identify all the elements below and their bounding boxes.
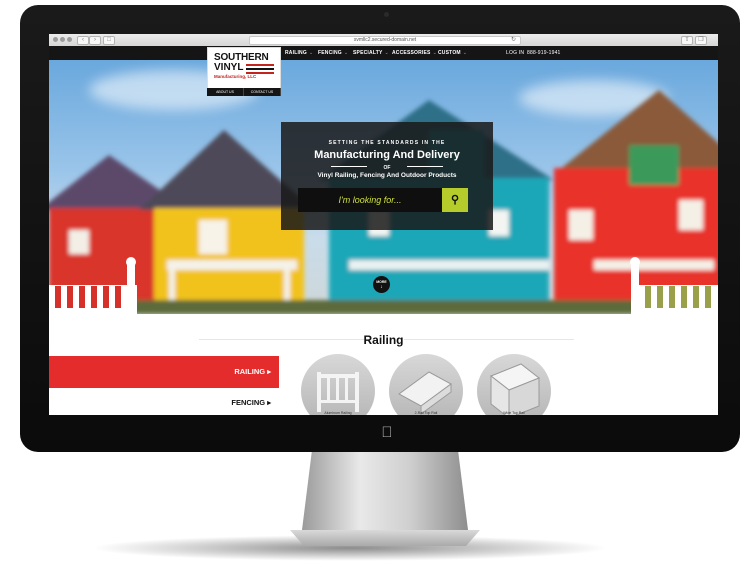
share-button[interactable]: ⇧ (681, 36, 693, 45)
nav-label: SPECIALTY (353, 50, 383, 56)
about-us-link[interactable]: ABOUT US (207, 88, 244, 96)
back-button[interactable]: ‹ (77, 36, 89, 45)
logo-stripe (246, 68, 274, 70)
sidebar-item-fencing[interactable]: FENCING ▸ (49, 388, 279, 415)
nav-specialty[interactable]: SPECIALTY ⌄ (353, 46, 389, 60)
close-window-button[interactable] (53, 37, 58, 42)
nav-label: CUSTOM (438, 50, 461, 56)
hero-tagline: SETTING THE STANDARDS IN THE (328, 140, 446, 146)
product-aluminum-railing[interactable]: Aluminum Railing (301, 354, 375, 415)
hero-subheading: Vinyl Railing, Fencing And Outdoor Produ… (317, 172, 457, 179)
nav-label: FENCING (318, 50, 342, 56)
product-label: Aluminum Railing (324, 411, 352, 415)
sidebar-item-label: RAILING ▸ (234, 367, 271, 376)
chevron-down-icon: ↓ (380, 284, 383, 290)
chevron-down-icon: ⌄ (432, 50, 437, 56)
nav-fencing[interactable]: FENCING ⌄ (318, 46, 348, 60)
address-text: svmllc2.secured-domain.net (353, 37, 417, 43)
minimize-window-button[interactable] (60, 37, 65, 42)
chevron-down-icon: ⌄ (384, 50, 389, 56)
hero-of: OF (383, 165, 391, 171)
phone-number[interactable]: 888-919-1941 (527, 46, 561, 60)
reload-icon[interactable]: ↻ (511, 37, 516, 44)
search-button[interactable]: ⚲ (442, 188, 468, 212)
logo-text-manufacturing: Manufacturing, LLC (214, 74, 257, 79)
zoom-window-button[interactable] (67, 37, 72, 42)
nav-label: ACCESSORIES (392, 50, 431, 56)
browser-screen: ‹ › □ svmllc2.secured-domain.net ↻ ⇧ ❐ S… (49, 34, 718, 415)
nav-railing[interactable]: RAILING ⌄ (285, 46, 313, 60)
product-label: 2-Rail Top Rail (414, 411, 438, 415)
address-bar[interactable]: svmllc2.secured-domain.net ↻ (249, 36, 521, 45)
chevron-down-icon: ⌄ (308, 50, 314, 56)
search-input[interactable]: I'm looking for... (298, 188, 442, 212)
forward-button[interactable]: › (89, 36, 101, 45)
site-logo[interactable]: SOUTHERN VINYL Manufacturing, LLC (207, 47, 281, 89)
railing-icon (317, 372, 359, 412)
search-icon: ⚲ (450, 194, 460, 206)
header-sublinks: ABOUT US CONTACT US (207, 88, 281, 96)
search-placeholder: I'm looking for... (338, 195, 402, 205)
top-rail-icon (398, 371, 452, 415)
section-title: Railing (363, 333, 404, 347)
sidebar-toggle-button[interactable]: □ (103, 36, 115, 45)
product-wide-top-rail[interactable]: Wide Top Rail (477, 354, 551, 415)
sidebar-item-label: FENCING ▸ (231, 398, 271, 407)
webcam (384, 12, 389, 17)
chevron-down-icon: ⌄ (343, 50, 349, 56)
hero-overlay: SETTING THE STANDARDS IN THE Manufacturi… (281, 122, 493, 230)
logo-stripe (246, 64, 274, 66)
logo-text-vinyl: VINYL (214, 62, 244, 73)
monitor-stand (290, 450, 480, 546)
site-navbar: RAILING ⌄ FENCING ⌄ SPECIALTY ⌄ ACCESSORIES… (49, 46, 718, 60)
product-label: Wide Top Rail (503, 411, 525, 415)
hero-banner: SETTING THE STANDARDS IN THE Manufacturi… (49, 60, 718, 314)
more-button[interactable]: MORE ↓ (373, 276, 390, 293)
hero-heading: Manufacturing And Delivery (314, 149, 460, 161)
nav-accessories[interactable]: ACCESSORIES ⌄ (392, 46, 437, 60)
product-2-rail-top-rail[interactable]: 2-Rail Top Rail (389, 354, 463, 415)
login-link[interactable]: LOG IN (506, 46, 524, 60)
apple-logo-icon:  (380, 425, 394, 441)
tabs-button[interactable]: ❐ (695, 36, 707, 45)
contact-us-link[interactable]: CONTACT US (244, 88, 281, 96)
wide-rail-icon (490, 363, 540, 415)
chevron-down-icon: ⌄ (462, 50, 468, 56)
nav-custom[interactable]: CUSTOM ⌄ (438, 46, 467, 60)
sidebar-item-railing[interactable]: RAILING ▸ (49, 356, 279, 388)
nav-label: RAILING (285, 50, 307, 56)
